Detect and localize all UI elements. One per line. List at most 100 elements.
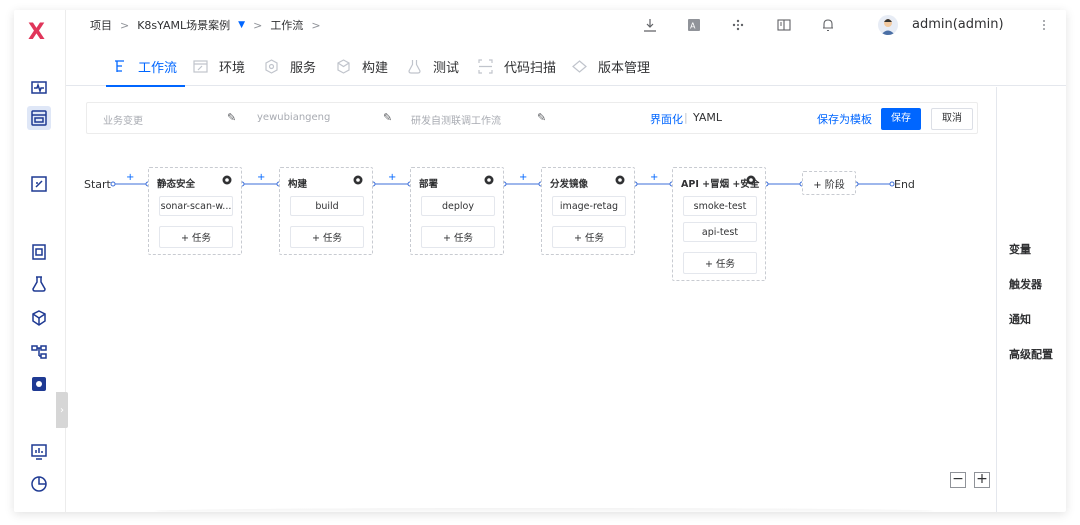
breadcrumb-pipeline[interactable]: K8sYAML场景案例	[137, 17, 230, 33]
sidebar-artifact-icon[interactable]	[29, 308, 49, 328]
avatar[interactable]	[878, 15, 898, 35]
service-icon	[264, 58, 280, 74]
job-card[interactable]: api-test	[683, 222, 757, 242]
gear-icon[interactable]	[745, 174, 757, 186]
sidebar-test-icon[interactable]	[29, 274, 49, 294]
workflow-icon	[112, 58, 128, 74]
job-card[interactable]: smoke-test	[683, 196, 757, 216]
job-card[interactable]: image-retag	[552, 196, 626, 216]
mode-yaml-button[interactable]: YAML	[693, 111, 722, 124]
mode-divider: |	[684, 111, 688, 124]
app-window: X › 项目 > K8sYAML场景案例 ▼ > 工作流 > A admin(a…	[14, 10, 1066, 512]
add-task-button[interactable]: + 任务	[290, 226, 364, 248]
panel-item-notifications[interactable]: 通知	[1009, 311, 1031, 327]
tab-version[interactable]: 版本管理	[572, 46, 650, 86]
breadcrumb-project[interactable]: 项目	[90, 17, 112, 33]
tab-label: 工作流	[138, 60, 178, 76]
more-icon[interactable]	[1036, 17, 1052, 33]
add-stage-plus[interactable]: +	[388, 172, 396, 183]
edit-icon[interactable]: ✎	[227, 111, 236, 124]
stage-card[interactable]: 部署 deploy + 任务	[410, 167, 504, 255]
sidebar-dashboard-icon[interactable]	[29, 442, 49, 462]
stage-card[interactable]: 静态安全 sonar-scan-w... + 任务	[148, 167, 242, 255]
gear-icon[interactable]	[352, 174, 364, 186]
add-task-button[interactable]: + 任务	[421, 226, 495, 248]
zoom-out-button[interactable]: −	[950, 472, 966, 488]
edit-icon[interactable]: ✎	[537, 111, 546, 124]
tab-label: 服务	[290, 60, 317, 76]
gear-icon[interactable]	[483, 174, 495, 186]
breadcrumb: 项目 > K8sYAML场景案例 ▼ > 工作流 >	[90, 17, 321, 33]
sidebar-toggle-button[interactable]: ›	[56, 392, 68, 428]
stage-title: 构建	[288, 179, 308, 190]
add-task-button[interactable]: + 任务	[683, 252, 757, 274]
sidebar-pie-chart-icon[interactable]	[29, 474, 49, 494]
key-input[interactable]: yewubiangeng	[257, 112, 330, 123]
zoom-in-button[interactable]: +	[974, 472, 990, 488]
bell-icon[interactable]	[820, 17, 836, 33]
sidebar-template-icon[interactable]	[29, 242, 49, 262]
panel-item-variables[interactable]: 变量	[1009, 241, 1031, 257]
save-button[interactable]: 保存	[881, 108, 921, 130]
add-stage-plus[interactable]: +	[519, 172, 527, 183]
stage-title: 静态安全	[157, 179, 196, 190]
tab-label: 构建	[362, 60, 389, 76]
add-stage-plus[interactable]: +	[126, 172, 134, 183]
cancel-button[interactable]: 取消	[931, 108, 973, 130]
docs-icon[interactable]	[776, 17, 792, 33]
sidebar-settings-icon[interactable]	[29, 374, 49, 394]
stage-title: 部署	[419, 179, 439, 190]
gear-icon[interactable]	[614, 174, 626, 186]
svg-text:A: A	[690, 22, 696, 31]
stage-title: 分发镜像	[550, 179, 589, 190]
sidebar-monitor-icon[interactable]	[29, 78, 49, 98]
test-icon	[407, 58, 423, 74]
tab-workflow[interactable]: 工作流	[105, 46, 186, 87]
tab-code-scan[interactable]: 代码扫描	[478, 46, 556, 86]
translate-icon[interactable]: A	[686, 17, 702, 33]
bottom-shadow	[154, 508, 934, 512]
environment-icon	[193, 58, 209, 74]
add-task-button[interactable]: + 任务	[159, 226, 233, 248]
add-stage-plus[interactable]: +	[650, 172, 658, 183]
tab-label: 代码扫描	[504, 60, 557, 76]
add-stage-plus[interactable]: +	[257, 172, 265, 183]
job-card[interactable]: build	[290, 196, 364, 216]
tab-test[interactable]: 测试	[407, 46, 459, 86]
tab-label: 版本管理	[598, 60, 651, 76]
gear-icon[interactable]	[221, 174, 233, 186]
user-name[interactable]: admin(admin)	[912, 17, 1004, 32]
job-card[interactable]: sonar-scan-w...	[159, 196, 233, 216]
right-settings-panel: 变量 触发器 通知 高级配置	[996, 87, 1066, 512]
mode-ui-button[interactable]: 界面化	[650, 111, 683, 127]
breadcrumb-workflow[interactable]: 工作流	[270, 17, 303, 33]
panel-item-triggers[interactable]: 触发器	[1009, 276, 1042, 292]
build-icon	[336, 58, 352, 74]
panel-item-advanced[interactable]: 高级配置	[1009, 346, 1053, 362]
sidebar-pipeline-icon[interactable]	[29, 342, 49, 362]
breadcrumb-separator: >	[120, 18, 130, 32]
module-tabs: 工作流 环境 服务 构建 测试 代码扫描 版本管理	[66, 46, 1066, 87]
tab-environment[interactable]: 环境	[193, 46, 245, 86]
chevron-down-icon[interactable]: ▼	[238, 20, 245, 30]
sidebar-project-icon[interactable]	[27, 106, 51, 130]
display-name-input[interactable]: 业务变更	[103, 112, 143, 127]
sidebar-edit-icon[interactable]	[29, 174, 49, 194]
edit-icon[interactable]: ✎	[383, 111, 392, 124]
job-card[interactable]: deploy	[421, 196, 495, 216]
add-stage-button[interactable]: + 阶段	[802, 171, 856, 195]
left-sidebar: X ›	[14, 10, 68, 512]
app-logo[interactable]: X	[28, 20, 45, 45]
download-icon[interactable]	[642, 17, 658, 33]
save-template-button[interactable]: 保存为模板	[817, 111, 872, 127]
description-input[interactable]: 研发自测联调工作流	[411, 112, 501, 127]
version-icon	[572, 58, 588, 74]
stage-card[interactable]: API +冒烟 +安全 smoke-test api-test + 任务	[672, 167, 766, 281]
plugin-icon[interactable]	[730, 17, 746, 33]
add-task-button[interactable]: + 任务	[552, 226, 626, 248]
stage-card[interactable]: 分发镜像 image-retag + 任务	[541, 167, 635, 255]
pipeline-start: Start	[84, 178, 111, 191]
tab-build[interactable]: 构建	[336, 46, 388, 86]
stage-card[interactable]: 构建 build + 任务	[279, 167, 373, 255]
tab-service[interactable]: 服务	[264, 46, 316, 86]
